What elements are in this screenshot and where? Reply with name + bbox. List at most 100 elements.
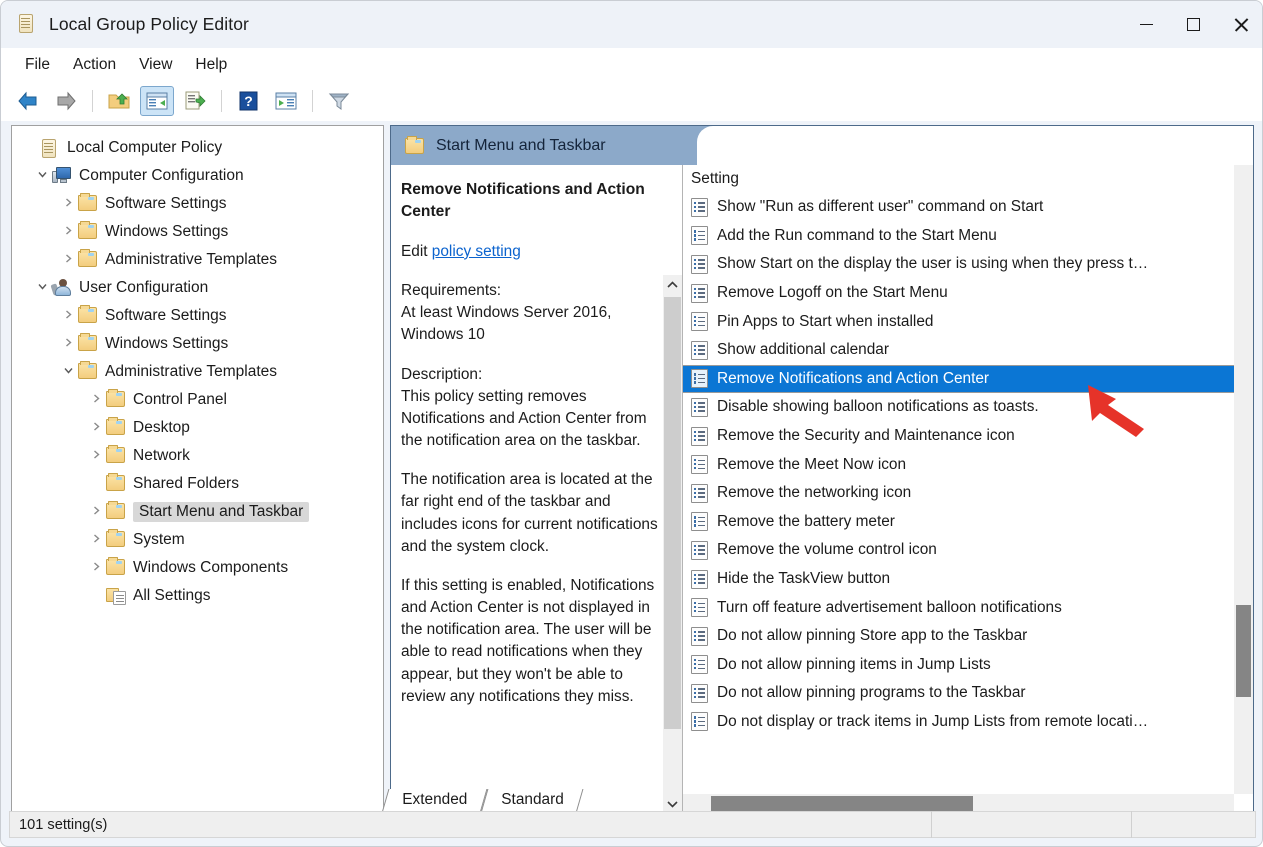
chevron-down-icon[interactable] [58, 365, 78, 379]
tree-node-label: Shared Folders [133, 475, 239, 493]
setting-row[interactable]: Remove Logoff on the Start Menu [683, 279, 1253, 308]
chevron-right-icon[interactable] [86, 505, 106, 519]
setting-row-label: Remove Notifications and Action Center [717, 369, 990, 387]
setting-row[interactable]: Show Start on the display the user is us… [683, 250, 1253, 279]
description-scroll-track[interactable] [663, 295, 682, 794]
chevron-right-icon[interactable] [86, 421, 106, 435]
minimize-button[interactable] [1123, 1, 1170, 48]
menu-view[interactable]: View [129, 53, 182, 77]
setting-row[interactable]: Do not allow pinning items in Jump Lists [683, 651, 1253, 680]
arrow-right-icon [57, 91, 76, 110]
tree-node-windows-components[interactable]: Windows Components [12, 554, 383, 582]
setting-row[interactable]: Remove the battery meter [683, 508, 1253, 537]
tree-node-administrative-templates[interactable]: Administrative Templates [12, 358, 383, 386]
tree-node-label: System [133, 531, 185, 549]
tree-node-windows-settings[interactable]: Windows Settings [12, 330, 383, 358]
description-block: Description: This policy setting removes… [401, 364, 666, 453]
policy-setting-icon [691, 455, 708, 475]
filter-button[interactable] [322, 86, 356, 116]
setting-row[interactable]: Hide the TaskView button [683, 565, 1253, 594]
tree-node-shared-folders[interactable]: Shared Folders [12, 470, 383, 498]
description-pane: Remove Notifications and Action Center E… [391, 165, 683, 812]
description-content: Remove Notifications and Action Center E… [391, 165, 682, 800]
setting-row-label: Disable showing balloon notifications as… [717, 398, 1039, 416]
chevron-down-icon[interactable] [32, 169, 52, 183]
tree-node-all-settings[interactable]: All Settings [12, 582, 383, 610]
back-button[interactable] [11, 86, 45, 116]
tree-node-system[interactable]: System [12, 526, 383, 554]
scroll-up-icon[interactable] [663, 275, 682, 295]
chevron-right-icon[interactable] [58, 309, 78, 323]
tree-node-label: Administrative Templates [105, 251, 278, 269]
toolbar-separator-3 [312, 89, 313, 112]
setting-row[interactable]: Remove Notifications and Action Center [683, 364, 1253, 394]
forward-button[interactable] [49, 86, 83, 116]
setting-row[interactable]: Add the Run command to the Start Menu [683, 222, 1253, 251]
menu-file[interactable]: File [15, 53, 60, 77]
show-hide-tree-button[interactable] [140, 85, 174, 116]
console-tree-pane[interactable]: Local Computer Policy Computer Configurat… [11, 125, 384, 813]
maximize-button[interactable] [1170, 1, 1217, 48]
setting-row[interactable]: Remove the networking icon [683, 479, 1253, 508]
setting-row[interactable]: Remove the Security and Maintenance icon [683, 422, 1253, 451]
tree-node-software-settings[interactable]: Software Settings [12, 302, 383, 330]
description-scroll-thumb[interactable] [664, 297, 681, 729]
tree-node-local-computer-policy[interactable]: Local Computer Policy [12, 134, 383, 162]
policy-setting-icon [691, 569, 708, 589]
list-horizontal-scroll-thumb[interactable] [711, 796, 973, 811]
requirements-block: Requirements: At least Windows Server 20… [401, 280, 666, 347]
policy-setting-icon [691, 197, 708, 217]
setting-row[interactable]: Turn off feature advertisement balloon n… [683, 593, 1253, 622]
export-list-button[interactable] [178, 86, 212, 116]
chevron-right-icon[interactable] [86, 533, 106, 547]
chevron-right-icon[interactable] [86, 561, 106, 575]
tree-node-administrative-templates[interactable]: Administrative Templates [12, 246, 383, 274]
tree-node-network[interactable]: Network [12, 442, 383, 470]
tree-node-label: All Settings [133, 587, 211, 605]
list-vertical-scroll-thumb[interactable] [1236, 605, 1251, 697]
folder-icon [78, 361, 98, 381]
chevron-right-icon[interactable] [58, 253, 78, 267]
user-icon [50, 279, 72, 297]
setting-row[interactable]: Do not display or track items in Jump Li… [683, 708, 1253, 737]
properties-button[interactable] [269, 86, 303, 116]
list-vertical-scrollbar[interactable] [1234, 165, 1253, 794]
setting-row[interactable]: Remove the volume control icon [683, 536, 1253, 565]
chevron-right-icon[interactable] [86, 449, 106, 463]
up-one-level-button[interactable] [102, 86, 136, 116]
setting-row[interactable]: Show additional calendar [683, 336, 1253, 365]
close-button[interactable] [1217, 1, 1262, 48]
tree-node-windows-settings[interactable]: Windows Settings [12, 218, 383, 246]
edit-policy-setting-link[interactable]: policy setting [432, 243, 521, 260]
description-scrollbar[interactable] [663, 275, 682, 812]
setting-row[interactable]: Do not allow pinning Store app to the Ta… [683, 622, 1253, 651]
chevron-right-icon[interactable] [58, 197, 78, 211]
setting-row[interactable]: Remove the Meet Now icon [683, 450, 1253, 479]
tree-node-user-configuration[interactable]: User Configuration [12, 274, 383, 302]
tab-extended[interactable]: Extended [381, 789, 488, 813]
policy-setting-icon [691, 512, 708, 532]
setting-row[interactable]: Do not allow pinning programs to the Tas… [683, 679, 1253, 708]
chevron-right-icon[interactable] [86, 393, 106, 407]
column-header-setting[interactable]: Setting [683, 165, 1253, 193]
menu-bar: File Action View Help [1, 48, 1262, 81]
chevron-right-icon[interactable] [58, 337, 78, 351]
help-button[interactable]: ? [231, 86, 265, 116]
tab-extended-label: Extended [402, 791, 468, 808]
tree-node-computer-configuration[interactable]: Computer Configuration [12, 162, 383, 190]
tree-node-control-panel[interactable]: Control Panel [12, 386, 383, 414]
menu-action[interactable]: Action [63, 53, 126, 77]
setting-row-label: Show Start on the display the user is us… [717, 255, 1149, 273]
setting-row[interactable]: Disable showing balloon notifications as… [683, 393, 1253, 422]
tree-node-software-settings[interactable]: Software Settings [12, 190, 383, 218]
tree-node-label: Control Panel [133, 391, 227, 409]
setting-row[interactable]: Pin Apps to Start when installed [683, 307, 1253, 336]
chevron-right-icon[interactable] [58, 225, 78, 239]
tab-standard[interactable]: Standard [480, 789, 584, 813]
folder-icon [106, 501, 126, 521]
setting-row[interactable]: Show "Run as different user" command on … [683, 193, 1253, 222]
tree-node-desktop[interactable]: Desktop [12, 414, 383, 442]
chevron-down-icon[interactable] [32, 281, 52, 295]
tree-node-start-menu-and-taskbar[interactable]: Start Menu and Taskbar [12, 498, 383, 526]
menu-help[interactable]: Help [185, 53, 237, 77]
